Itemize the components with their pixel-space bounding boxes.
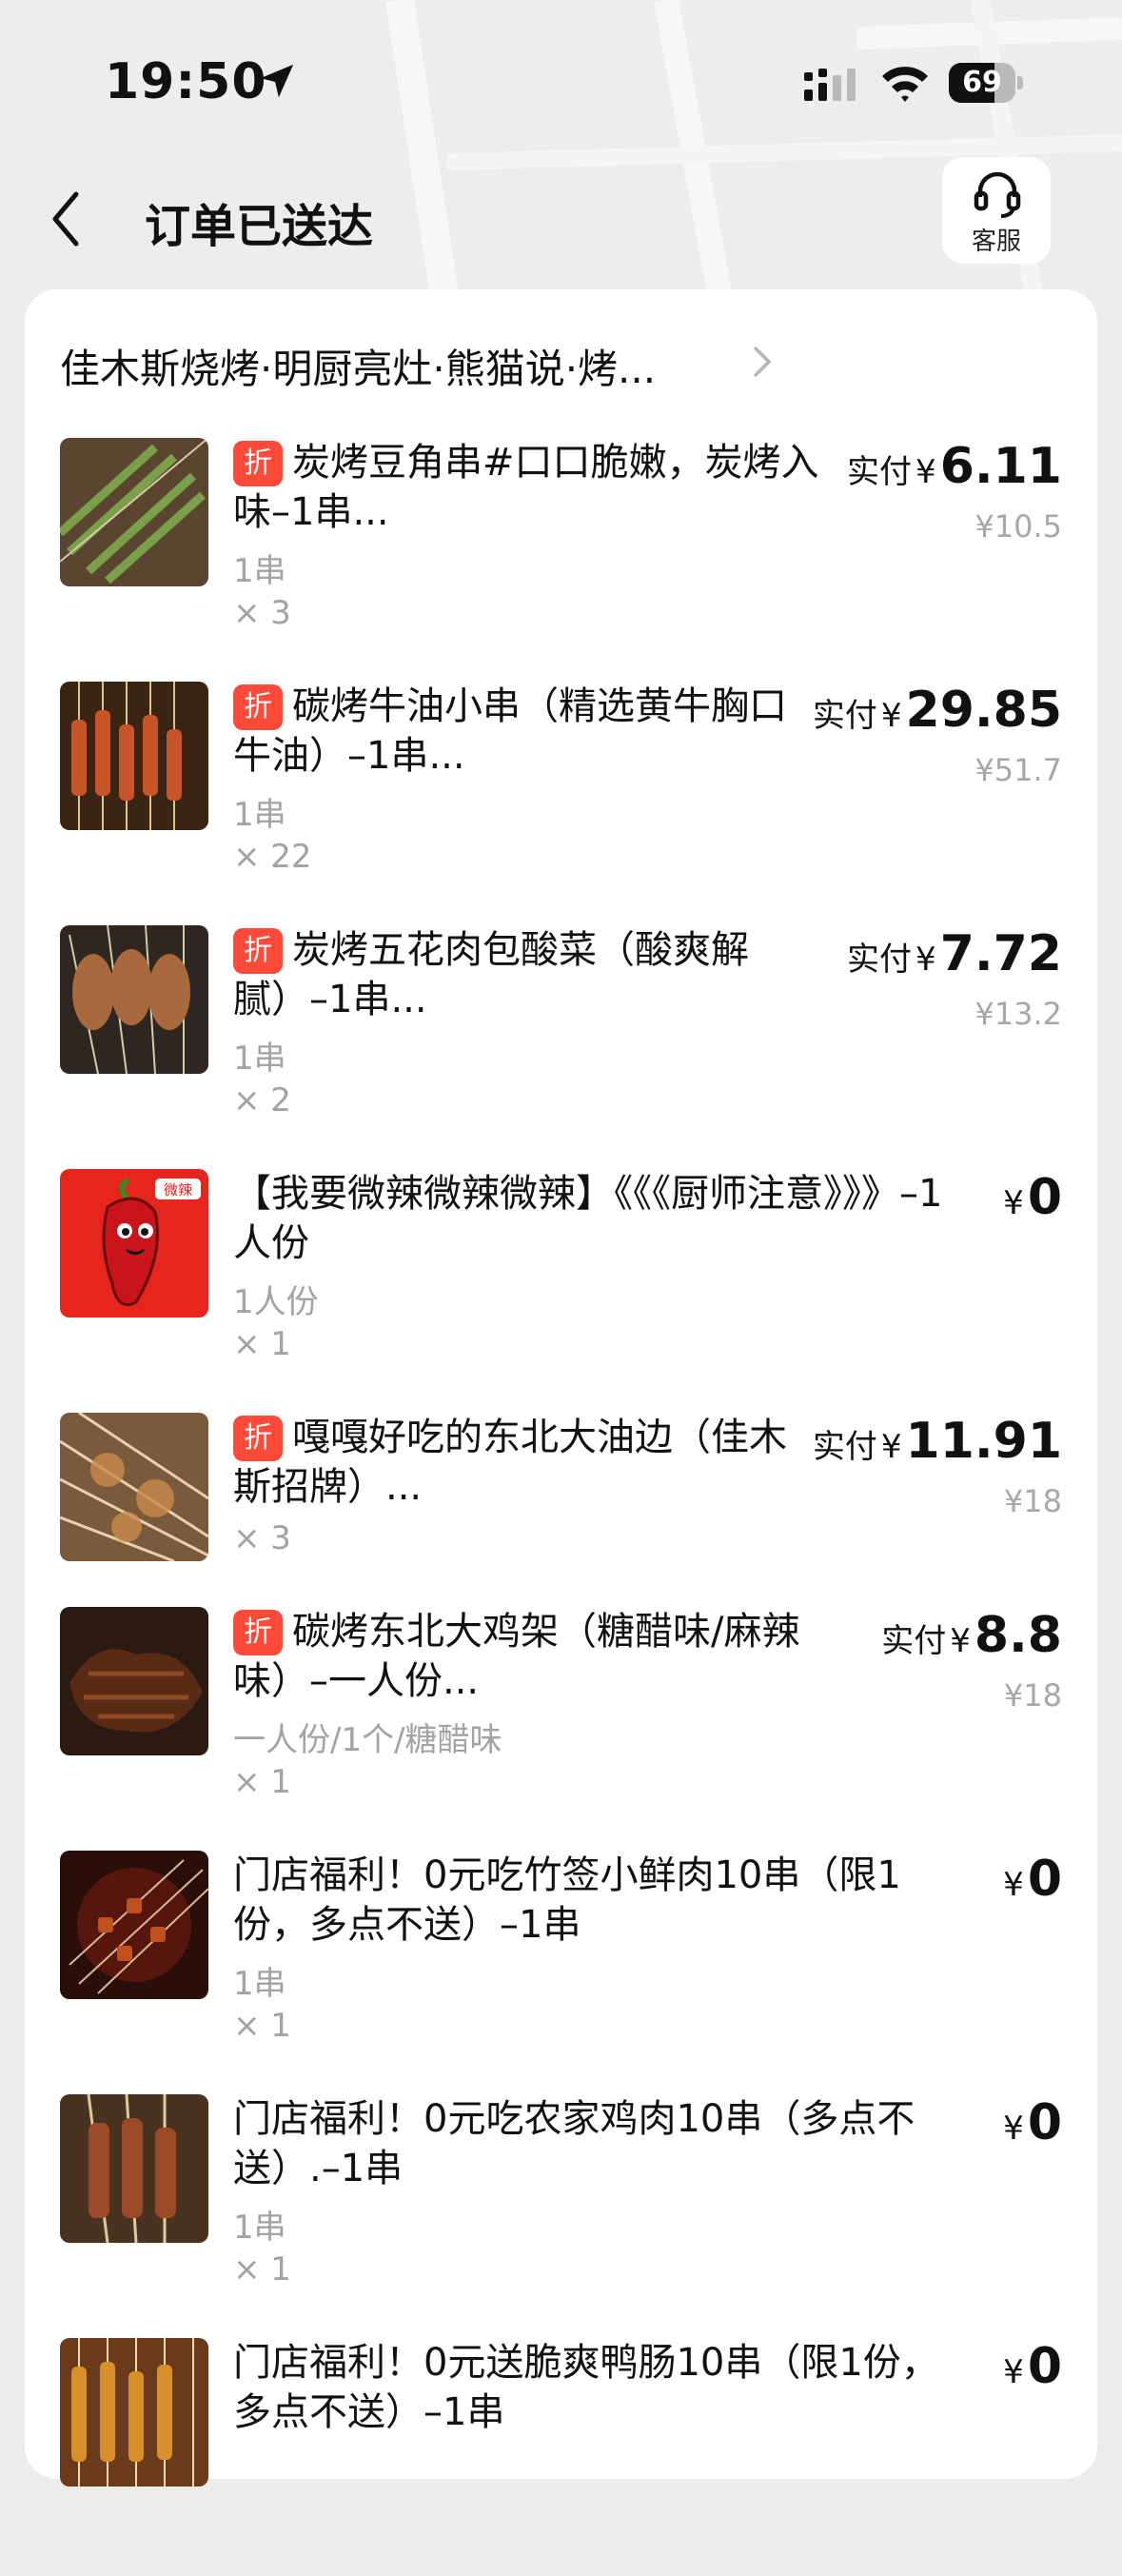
order-item[interactable]: 折碳烤东北大鸡架（糖醋味/麻辣味）–一人份... 一人份/1个/糖醋味 × 1 … [25,1607,1097,1845]
discount-badge: 折 [233,928,283,974]
cellular-signal-icon [804,69,856,101]
item-name: 门店福利！0元吃竹签小鲜肉10串（限1份，多点不送）–1串 [233,1853,901,1947]
discount-badge: 折 [233,441,283,486]
item-thumbnail [60,682,208,830]
paid-amount: 8.8 [974,1607,1062,1664]
chili-thumbnail: 微辣 [60,1169,208,1318]
item-quantity: × 22 [233,838,312,876]
item-price: 实付 ¥8.8 [881,1607,1062,1664]
item-thumbnail [60,2338,208,2487]
item-thumbnail [60,2094,208,2243]
item-quantity: × 2 [233,1081,291,1120]
currency-symbol: ¥ [880,697,902,735]
item-name: 折嘎嘎好吃的东北大油边（佳木斯招牌）... [233,1416,787,1509]
paid-label: 实付 [812,697,877,735]
order-item[interactable]: 折碳烤牛油小串（精选黄牛胸口牛油）–1串... 1串 × 22 实付 ¥29.85… [25,682,1097,920]
paid-amount: 0 [1027,2338,1062,2395]
item-price: 实付 ¥7.72 [847,925,1062,982]
item-thumbnail [60,1413,208,1561]
status-time: 19:50 [105,53,267,110]
battery-level: 69 [962,66,1002,99]
paid-amount: 0 [1027,1169,1062,1226]
battery-indicator: 69 [949,63,1023,103]
item-thumbnail [60,1607,208,1755]
chevron-right-icon[interactable] [748,341,777,383]
original-price: ¥51.7 [974,752,1062,788]
item-spec: 1串 [233,552,286,590]
item-thumbnail [60,925,208,1074]
paid-label: 实付 [847,941,913,979]
item-spec: 一人份/1个/糖醋味 [233,1721,502,1759]
location-arrow-icon [260,64,294,98]
item-quantity: × 1 [233,1763,291,1801]
item-spec: 1人份 [233,1283,319,1321]
currency-symbol: ¥ [915,453,936,491]
order-items-card: 佳木斯烧烤·明厨亮灶·熊猫说·烤... 折炭烤豆角串#口口脆嫩，炭烤入味–1串.… [25,289,1097,2487]
paid-amount: 29.85 [905,682,1062,739]
headset-icon [974,171,1021,218]
item-name: 折炭烤五花肉包酸菜（酸爽解腻）–1串... [233,928,749,1021]
chili-badge-text: 微辣 [164,1181,192,1199]
order-item[interactable]: 折炭烤豆角串#口口脆嫩，炭烤入味–1串... 1串 × 3 实付 ¥6.11 ¥1… [25,438,1097,676]
item-spec: 1串 [233,1965,286,2003]
discount-badge: 折 [233,684,283,730]
paid-label: 实付 [881,1622,947,1660]
paid-amount: 6.11 [939,438,1062,495]
customer-service-label: 客服 [971,228,1021,256]
paid-label: 实付 [847,453,913,491]
currency-symbol: ¥ [915,941,936,979]
order-item[interactable]: 门店福利！0元吃农家鸡肉10串（多点不送）.–1串 1串 × 1 ¥0 [25,2094,1097,2332]
paid-amount: 0 [1027,1851,1062,1908]
paid-amount: 7.72 [939,925,1062,982]
item-quantity: × 3 [233,594,291,632]
item-name: 折碳烤东北大鸡架（糖醋味/麻辣味）–一人份... [233,1610,800,1703]
status-bar: 19:50 69 [0,0,1122,167]
customer-service-button[interactable]: 客服 [942,157,1051,264]
item-price: 实付 ¥6.11 [847,438,1062,495]
order-item[interactable]: 门店福利！0元送脆爽鸭肠10串（限1份，多点不送）–1串 ¥0 [25,2338,1097,2576]
item-quantity: × 3 [233,1519,291,1557]
currency-symbol: ¥ [1003,2353,1024,2391]
item-thumbnail [60,1851,208,1999]
item-price: ¥0 [999,2338,1062,2395]
paid-label: 实付 [812,1428,877,1466]
item-price: ¥0 [999,1851,1062,1908]
item-name: 门店福利！0元送脆爽鸭肠10串（限1份，多点不送）–1串 [233,2341,939,2434]
page-title: 订单已送达 [145,200,374,253]
item-quantity: × 1 [233,2007,291,2045]
item-price: ¥0 [999,1169,1062,1226]
currency-symbol: ¥ [880,1428,902,1466]
currency-symbol: ¥ [950,1622,971,1660]
order-item[interactable]: 折炭烤五花肉包酸菜（酸爽解腻）–1串... 1串 × 2 实付 ¥7.72 ¥13… [25,925,1097,1163]
item-name: 折碳烤牛油小串（精选黄牛胸口牛油）–1串... [233,684,787,778]
item-spec: 1串 [233,1040,286,1078]
discount-badge: 折 [233,1416,283,1461]
order-item[interactable]: 门店福利！0元吃竹签小鲜肉10串（限1份，多点不送）–1串 1串 × 1 ¥0 [25,1851,1097,2089]
item-spec: 1串 [233,2209,286,2247]
item-price: 实付 ¥11.91 [813,1413,1062,1470]
original-price: ¥13.2 [974,996,1062,1032]
item-name: 折炭烤豆角串#口口脆嫩，炭烤入味–1串... [233,441,819,534]
item-name: 门店福利！0元吃农家鸡肉10串（多点不送）.–1串 [233,2097,915,2190]
paid-amount: 11.91 [905,1413,1062,1470]
original-price: ¥18 [1003,1483,1062,1519]
order-item[interactable]: 微辣 【我要微辣微辣微辣】《《《厨师注意》》》–1人份 1人份 × 1 ¥0 [25,1169,1097,1407]
item-price: 实付 ¥29.85 [813,682,1062,739]
currency-symbol: ¥ [1003,1184,1024,1222]
original-price: ¥18 [1003,1677,1062,1714]
item-spec: 1串 [233,796,286,834]
item-price: ¥0 [999,2094,1062,2151]
paid-amount: 0 [1027,2094,1062,2151]
store-name[interactable]: 佳木斯烧烤·明厨亮灶·熊猫说·烤... [60,337,726,395]
item-quantity: × 1 [233,2250,291,2289]
currency-symbol: ¥ [1003,1866,1024,1904]
back-arrow-icon[interactable] [38,181,95,257]
discount-badge: 折 [233,1610,283,1655]
item-thumbnail [60,438,208,586]
wifi-icon [882,67,928,102]
original-price: ¥10.5 [974,508,1062,545]
item-quantity: × 1 [233,1325,291,1363]
item-name: 【我要微辣微辣微辣】《《《厨师注意》》》–1人份 [233,1172,943,1265]
currency-symbol: ¥ [1003,2110,1024,2148]
